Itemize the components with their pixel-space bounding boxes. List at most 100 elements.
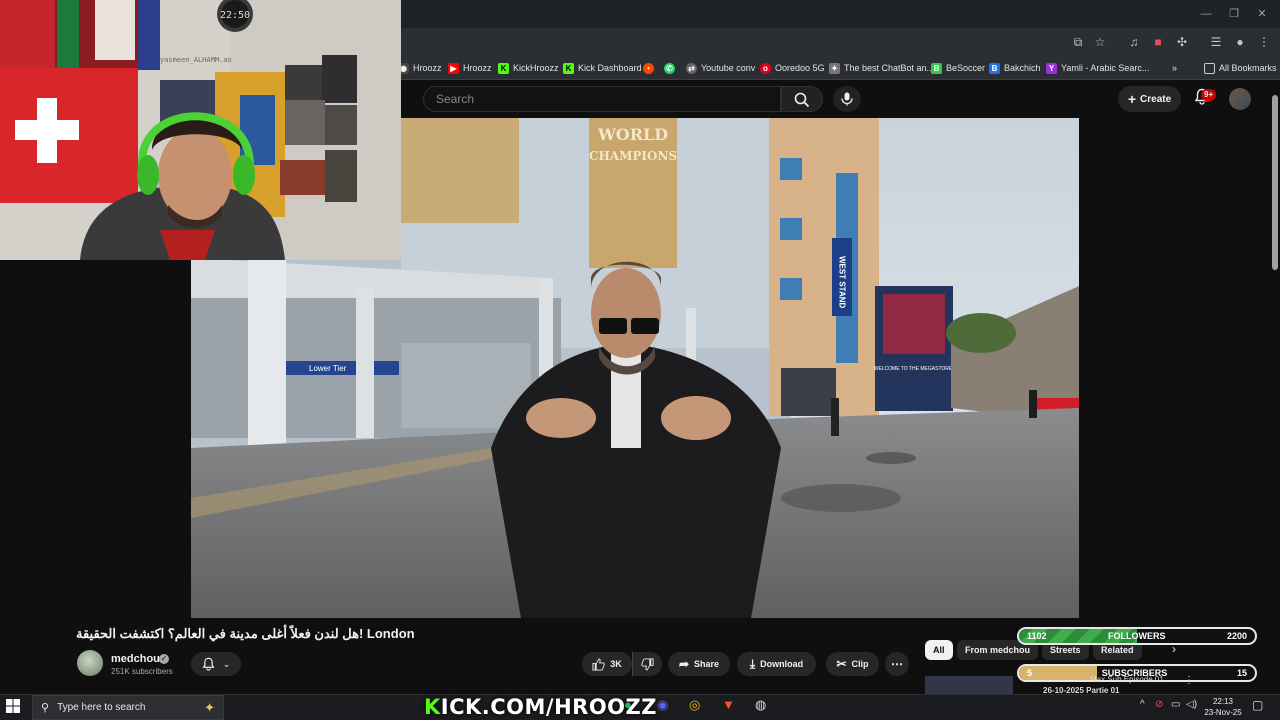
bookmark-label: KickHroozz: [513, 63, 559, 73]
create-button[interactable]: + Create: [1118, 86, 1181, 112]
reading-list-icon[interactable]: ☰: [1208, 34, 1224, 50]
bookmark-label: Hroozz: [463, 63, 492, 73]
bookmark-chatbot[interactable]: ✦ The best ChatBot an...: [829, 60, 934, 76]
brave-icon[interactable]: ▼: [722, 697, 735, 712]
next-video-menu-icon[interactable]: ⋮: [1184, 675, 1194, 686]
bookmark-hroozz-youtube[interactable]: ▶ Hroozz: [448, 60, 492, 76]
obs-icon[interactable]: ◍: [755, 697, 766, 713]
tray-overflow-icon[interactable]: ^: [1140, 699, 1145, 710]
channel-avatar[interactable]: [77, 650, 103, 676]
thumbs-up-icon: [592, 657, 605, 671]
bookmark-bakchich[interactable]: B Bakchich: [989, 60, 1041, 76]
chatbot-icon: ✦: [829, 62, 840, 74]
bookmark-label: Yamli - Arabic Searc...: [1061, 63, 1150, 73]
profile-icon[interactable]: ●: [1232, 34, 1248, 50]
download-icon: ⤓: [749, 656, 756, 671]
channel-name[interactable]: medchou: [111, 653, 160, 665]
bookmark-yamli[interactable]: Y Yamli - Arabic Searc...: [1046, 60, 1149, 76]
tray-record-icon[interactable]: ⊘: [1155, 699, 1163, 710]
bookmarks-overflow-icon[interactable]: »: [1172, 60, 1177, 76]
windows-start-icon[interactable]: [6, 699, 22, 715]
bookmark-kickhroozz[interactable]: K KickHroozz: [498, 60, 559, 76]
whatsapp-icon: ✆: [664, 62, 675, 74]
bookmark-label: Bakchich: [1004, 63, 1041, 73]
download-button[interactable]: ⤓ Download: [737, 652, 816, 676]
chip-all[interactable]: All: [925, 640, 953, 660]
stream-url-text: KICK.COM/HROOZZ: [424, 695, 657, 719]
bookmark-label: BeSoccer: [946, 63, 986, 73]
bookmark-youtube-conv[interactable]: ⇄ Youtube conv: [686, 60, 755, 76]
search-icon: ⚲: [41, 702, 50, 714]
search-button[interactable]: [781, 86, 823, 112]
dislike-button[interactable]: [632, 652, 662, 676]
more-actions-button[interactable]: ⋯: [885, 652, 909, 676]
kick-icon: K: [498, 62, 509, 74]
download-label: Download: [760, 659, 804, 669]
bookmark-ooredoo[interactable]: o Ooredoo 5G: [760, 60, 825, 76]
notifications-badge: 9+: [1201, 89, 1217, 101]
chevron-down-icon: ⌄: [222, 658, 231, 669]
minimize-icon[interactable]: —: [1196, 6, 1216, 22]
create-label: Create: [1140, 93, 1172, 105]
taskbar-search-input[interactable]: ⚲ Type here to search ✦: [32, 695, 224, 720]
yamli-icon: Y: [1046, 62, 1057, 74]
browser-menu-icon[interactable]: ⋮: [1256, 34, 1272, 50]
spotify-icon[interactable]: ●: [624, 697, 632, 712]
notifications-center-icon[interactable]: ▢: [1252, 698, 1263, 712]
record-extension-icon[interactable]: ■: [1150, 34, 1166, 50]
channel-subscribers: 251K subscribers: [111, 667, 173, 676]
stream-url-k: K: [424, 695, 441, 719]
extensions-icon[interactable]: ✣: [1174, 34, 1190, 50]
bookmark-whatsapp[interactable]: ✆: [664, 60, 675, 76]
like-count: 3K: [610, 659, 622, 669]
bookmark-label: Hroozz: [413, 63, 442, 73]
bookmark-reddit[interactable]: •: [643, 60, 654, 76]
bookmark-star-icon[interactable]: ☆: [1092, 34, 1108, 50]
close-icon[interactable]: ✕: [1252, 6, 1272, 22]
clock-time: 22:13: [1212, 697, 1234, 706]
followers-label: FOLLOWERS: [1108, 631, 1166, 641]
share-label: Share: [694, 659, 720, 669]
cast-icon[interactable]: ⧉: [1070, 34, 1086, 50]
clip-label: Clip: [851, 659, 869, 669]
clip-button[interactable]: ✂ Clip: [826, 652, 879, 676]
video-title: هل لندن فعلاً أغلى مدينة في العالم؟ اكتش…: [76, 626, 415, 641]
followers-goal: 2200: [1226, 631, 1247, 641]
bookmark-besoccer[interactable]: B BeSoccer: [931, 60, 985, 76]
music-extension-icon[interactable]: ♫: [1126, 34, 1142, 50]
volume-icon[interactable]: ◁): [1186, 699, 1197, 710]
bookmark-label: Ooredoo 5G: [775, 63, 825, 73]
banner-world-text: WORLD: [597, 125, 668, 144]
maximize-icon[interactable]: ❐: [1224, 6, 1244, 22]
chrome-icon[interactable]: ◎: [689, 697, 700, 713]
share-icon: ➦: [678, 657, 690, 671]
taskbar-clock[interactable]: 22:13 23-Nov-25: [1200, 696, 1246, 718]
all-bookmarks[interactable]: All Bookmarks: [1204, 60, 1277, 76]
subscription-bell-button[interactable]: ⌄: [191, 652, 241, 676]
sparkle-icon: ✦: [204, 699, 215, 715]
network-icon[interactable]: ▭: [1171, 699, 1180, 710]
share-button[interactable]: ➦ Share: [668, 652, 730, 676]
account-avatar[interactable]: [1229, 88, 1251, 110]
subscribers-current: 5: [1027, 668, 1033, 678]
verified-icon: ✓: [159, 654, 169, 664]
discord-icon[interactable]: ◉: [657, 697, 668, 713]
bookmark-label: Kick Dashboard: [578, 63, 642, 73]
bookmark-hroozz[interactable]: ◉ Hroozz: [398, 60, 442, 76]
reddit-icon: •: [643, 62, 654, 74]
kick-icon: K: [563, 62, 574, 74]
clock-date: 23-Nov-25: [1204, 708, 1242, 717]
page-scrollbar[interactable]: [1272, 95, 1278, 270]
search-input[interactable]: Search: [423, 86, 781, 112]
voice-search-button[interactable]: [833, 86, 861, 112]
bookmark-kick-dashboard[interactable]: K Kick Dashboard: [563, 60, 642, 76]
thumbs-down-icon: [641, 657, 654, 671]
like-button[interactable]: 3K: [582, 652, 632, 676]
microphone-icon: [841, 92, 853, 106]
next-video-thumbnail[interactable]: [925, 676, 1013, 694]
west-stand-text: WEST STAND: [838, 256, 847, 309]
webcam-overlay: 22:50 yasmeen_ALHAMM.ao: [0, 0, 401, 260]
bell-icon: [202, 657, 215, 671]
taskbar-search-placeholder: Type here to search: [57, 702, 146, 713]
subscribers-label: SUBSCRIBERS: [1101, 668, 1168, 678]
